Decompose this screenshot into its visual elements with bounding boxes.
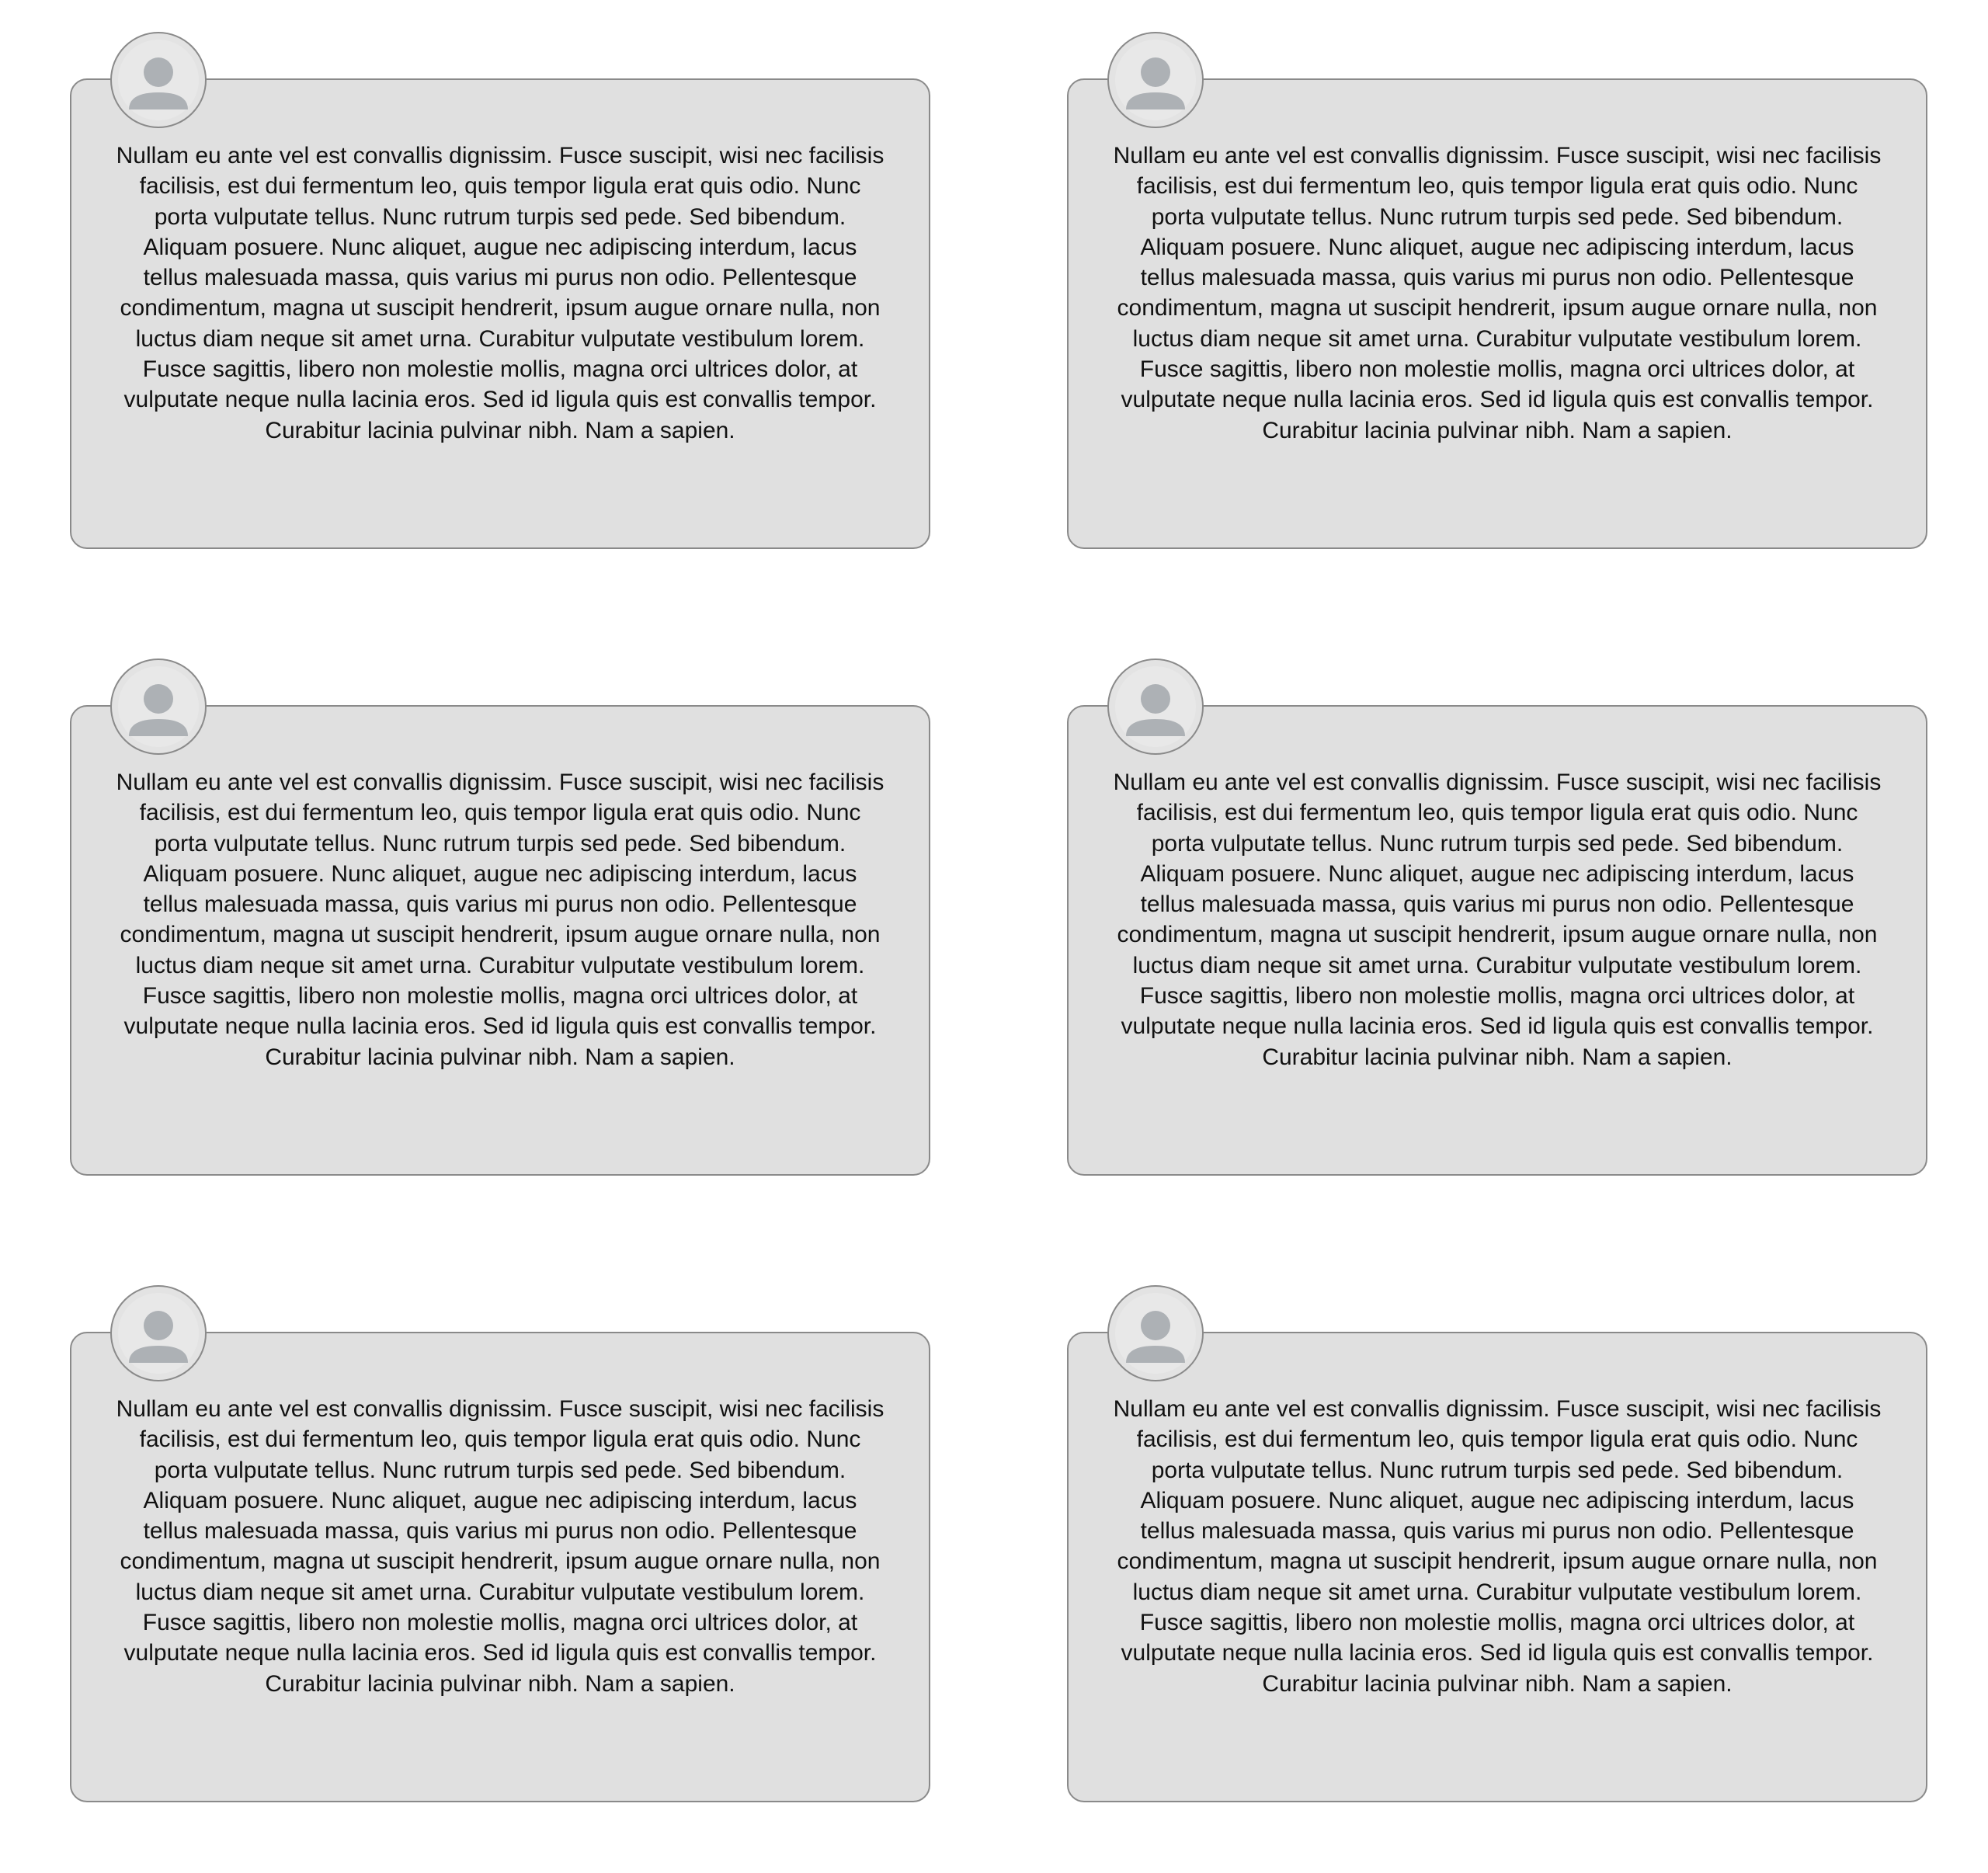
testimonial-grid: Nullam eu ante vel est convallis digniss… <box>0 0 1988 1873</box>
testimonial-text: Nullam eu ante vel est convallis digniss… <box>1113 143 1882 443</box>
user-avatar-icon <box>110 659 207 755</box>
testimonial-text: Nullam eu ante vel est convallis digniss… <box>116 1396 885 1697</box>
user-avatar-icon <box>1107 659 1204 755</box>
testimonial-text: Nullam eu ante vel est convallis digniss… <box>116 143 885 443</box>
user-avatar-icon <box>110 1285 207 1381</box>
user-avatar-icon <box>110 32 207 128</box>
testimonial-card: Nullam eu ante vel est convallis digniss… <box>70 1285 930 1802</box>
testimonial-card: Nullam eu ante vel est convallis digniss… <box>70 659 930 1176</box>
testimonial-text: Nullam eu ante vel est convallis digniss… <box>116 770 885 1070</box>
testimonial-text: Nullam eu ante vel est convallis digniss… <box>1113 770 1882 1070</box>
testimonial-card: Nullam eu ante vel est convallis digniss… <box>1067 32 1927 549</box>
user-avatar-icon <box>1107 1285 1204 1381</box>
testimonial-card: Nullam eu ante vel est convallis digniss… <box>70 32 930 549</box>
testimonial-card: Nullam eu ante vel est convallis digniss… <box>1067 1285 1927 1802</box>
testimonial-card: Nullam eu ante vel est convallis digniss… <box>1067 659 1927 1176</box>
testimonial-text: Nullam eu ante vel est convallis digniss… <box>1113 1396 1882 1697</box>
user-avatar-icon <box>1107 32 1204 128</box>
